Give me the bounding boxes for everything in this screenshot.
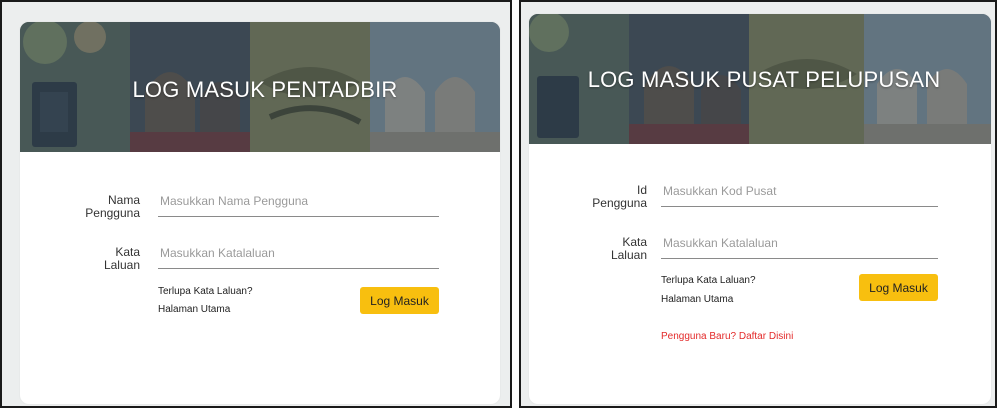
admin-login-card: LOG MASUK PENTADBIR Nama Pengguna Kata L… (20, 22, 500, 404)
login-button[interactable]: Log Masuk (859, 274, 938, 301)
page-title: LOG MASUK PUSAT PELUPUSAN (587, 67, 941, 92)
page-title: LOG MASUK PENTADBIR (132, 77, 398, 102)
admin-login-window: LOG MASUK PENTADBIR Nama Pengguna Kata L… (0, 0, 512, 408)
password-label: Kata Laluan (567, 236, 647, 262)
password-input[interactable] (158, 246, 439, 269)
home-page-link[interactable]: Halaman Utama (661, 294, 733, 305)
password-label-line2: Laluan (103, 258, 140, 272)
disposal-center-login-card: LOG MASUK PUSAT PELUPUSAN Id Pengguna Ka… (529, 14, 991, 404)
username-input[interactable] (158, 194, 439, 217)
password-label-line2: Laluan (610, 248, 647, 262)
forgot-password-link[interactable]: Terlupa Kata Laluan? (661, 275, 756, 286)
forgot-password-link[interactable]: Terlupa Kata Laluan? (158, 286, 253, 297)
password-input[interactable] (661, 236, 938, 259)
register-link[interactable]: Pengguna Baru? Daftar Disini (661, 331, 793, 342)
disposal-center-login-banner: LOG MASUK PUSAT PELUPUSAN (529, 14, 991, 144)
home-page-link[interactable]: Halaman Utama (158, 304, 230, 315)
admin-login-banner: LOG MASUK PENTADBIR (20, 22, 500, 152)
disposal-center-login-window: LOG MASUK PUSAT PELUPUSAN Id Pengguna Ka… (519, 0, 997, 408)
username-label: Nama Pengguna (60, 194, 140, 220)
username-label-line2: Pengguna (85, 206, 140, 220)
login-button[interactable]: Log Masuk (360, 287, 439, 314)
userid-input[interactable] (661, 184, 938, 207)
password-label: Kata Laluan (60, 246, 140, 272)
userid-label-line2: Pengguna (592, 196, 647, 210)
userid-label: Id Pengguna (567, 184, 647, 210)
